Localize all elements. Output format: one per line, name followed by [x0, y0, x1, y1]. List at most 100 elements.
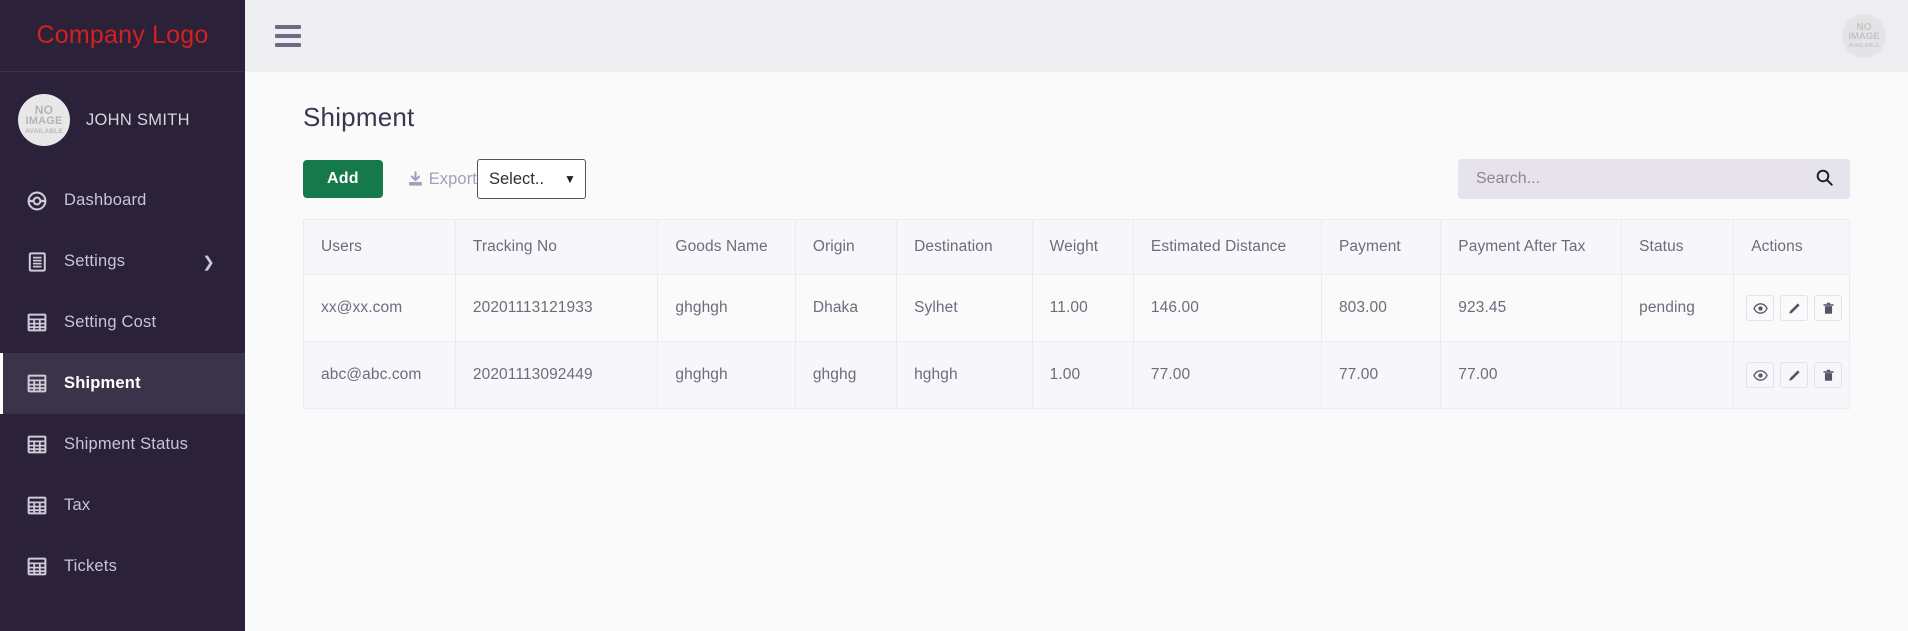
add-button[interactable]: Add [303, 160, 383, 198]
table-row: abc@abc.com20201113092449ghghghghghghghg… [304, 342, 1850, 409]
delete-button[interactable] [1814, 295, 1842, 321]
sidebar-item-label: Settings [64, 252, 125, 271]
avatar: NO IMAGE AVAILABLE [18, 94, 70, 146]
cell-goods-name: ghghgh [658, 342, 795, 409]
content-area: Shipment Add Export Select.. ▼ [245, 72, 1908, 631]
cell-destination: Sylhet [897, 275, 1033, 342]
search-button[interactable] [1815, 168, 1834, 190]
cell-users: xx@xx.com [304, 275, 456, 342]
eye-icon [1753, 301, 1768, 316]
export-button[interactable]: Export [407, 170, 477, 189]
dashboard-icon [26, 191, 48, 211]
cell-actions [1734, 342, 1850, 409]
column-header-status: Status [1622, 220, 1734, 275]
cell-status [1622, 342, 1734, 409]
cell-origin: Dhaka [795, 275, 896, 342]
cell-users: abc@abc.com [304, 342, 456, 409]
table-body: xx@xx.com20201113121933ghghghDhakaSylhet… [304, 275, 1850, 409]
download-icon [407, 171, 424, 188]
sidebar: Company Logo NO IMAGE AVAILABLE JOHN SMI… [0, 0, 245, 631]
column-header-origin: Origin [795, 220, 896, 275]
sidebar-item-label: Setting Cost [64, 313, 156, 332]
chevron-right-icon: ❯ [202, 253, 215, 271]
cell-tracking-no: 20201113092449 [455, 342, 658, 409]
topbar-avatar-line3: AVAILABLE [1849, 42, 1880, 50]
pencil-icon [1787, 301, 1802, 316]
table-grid-icon [26, 496, 48, 515]
cell-payment-after-tax: 923.45 [1441, 275, 1622, 342]
table-header-row: UsersTracking NoGoods NameOriginDestinat… [304, 220, 1850, 275]
sidebar-user-name: JOHN SMITH [86, 111, 190, 130]
hamburger-bar [275, 34, 301, 38]
topbar: NO IMAGE AVAILABLE [245, 0, 1908, 72]
column-header-actions: Actions [1734, 220, 1850, 275]
topbar-avatar[interactable]: NO IMAGE AVAILABLE [1842, 14, 1886, 58]
table-grid-icon [26, 313, 48, 332]
search-box [1458, 159, 1850, 199]
column-header-tracking-no: Tracking No [455, 220, 658, 275]
column-header-payment-after-tax: Payment After Tax [1441, 220, 1622, 275]
column-header-payment: Payment [1321, 220, 1440, 275]
column-header-users: Users [304, 220, 456, 275]
shipment-table: UsersTracking NoGoods NameOriginDestinat… [303, 219, 1850, 409]
edit-button[interactable] [1780, 362, 1808, 388]
cell-weight: 1.00 [1032, 342, 1133, 409]
export-format-select[interactable]: Select.. ▼ [477, 159, 586, 199]
sidebar-item-tax[interactable]: Tax [0, 475, 245, 536]
sidebar-item-settings[interactable]: Settings ❯ [0, 231, 245, 292]
cell-estimated-distance: 77.00 [1133, 342, 1321, 409]
column-header-estimated-distance: Estimated Distance [1133, 220, 1321, 275]
chevron-down-icon: ▼ [564, 172, 576, 186]
hamburger-bar [275, 43, 301, 47]
sidebar-item-shipment-status[interactable]: Shipment Status [0, 414, 245, 475]
hamburger-bar [275, 25, 301, 29]
main-area: NO IMAGE AVAILABLE Shipment Add Export [245, 0, 1908, 631]
search-icon [1815, 168, 1834, 190]
cell-payment: 803.00 [1321, 275, 1440, 342]
avatar-line1: NO [35, 105, 54, 116]
eye-icon [1753, 368, 1768, 383]
column-header-weight: Weight [1032, 220, 1133, 275]
export-label: Export [429, 170, 477, 189]
app-root: Company Logo NO IMAGE AVAILABLE JOHN SMI… [0, 0, 1908, 631]
brand-header: Company Logo [0, 0, 245, 72]
sidebar-item-dashboard[interactable]: Dashboard [0, 170, 245, 231]
sidebar-item-tickets[interactable]: Tickets [0, 536, 245, 597]
sidebar-item-shipment[interactable]: Shipment [0, 353, 245, 414]
delete-button[interactable] [1814, 362, 1842, 388]
cell-payment-after-tax: 77.00 [1441, 342, 1622, 409]
cell-destination: hghgh [897, 342, 1033, 409]
view-button[interactable] [1746, 362, 1774, 388]
cell-payment: 77.00 [1321, 342, 1440, 409]
column-header-goods-name: Goods Name [658, 220, 795, 275]
settings-list-icon [26, 252, 48, 272]
search-input[interactable] [1476, 170, 1815, 188]
column-header-destination: Destination [897, 220, 1033, 275]
sidebar-item-setting-cost[interactable]: Setting Cost [0, 292, 245, 353]
cell-origin: ghghg [795, 342, 896, 409]
sidebar-item-label: Dashboard [64, 191, 147, 210]
sidebar-item-label: Tax [64, 496, 90, 515]
cell-goods-name: ghghgh [658, 275, 795, 342]
table-row: xx@xx.com20201113121933ghghghDhakaSylhet… [304, 275, 1850, 342]
trash-icon [1821, 301, 1836, 316]
table-grid-icon [26, 557, 48, 576]
trash-icon [1821, 368, 1836, 383]
row-actions [1746, 295, 1849, 321]
avatar-line3: AVAILABLE [25, 127, 63, 136]
hamburger-icon[interactable] [275, 25, 301, 47]
view-button[interactable] [1746, 295, 1774, 321]
edit-button[interactable] [1780, 295, 1808, 321]
page-title: Shipment [303, 102, 1850, 133]
export-format-value: Select.. [489, 170, 544, 189]
cell-status: pending [1622, 275, 1734, 342]
table-grid-icon [26, 374, 48, 393]
cell-weight: 11.00 [1032, 275, 1133, 342]
avatar-line2: IMAGE [25, 116, 62, 127]
topbar-avatar-line2: IMAGE [1848, 32, 1879, 42]
cell-tracking-no: 20201113121933 [455, 275, 658, 342]
sidebar-item-label: Tickets [64, 557, 117, 576]
table-grid-icon [26, 435, 48, 454]
sidebar-item-label: Shipment [64, 374, 141, 393]
sidebar-nav: Dashboard Settings ❯ Setting Cost Shipment Sh… [0, 170, 245, 597]
